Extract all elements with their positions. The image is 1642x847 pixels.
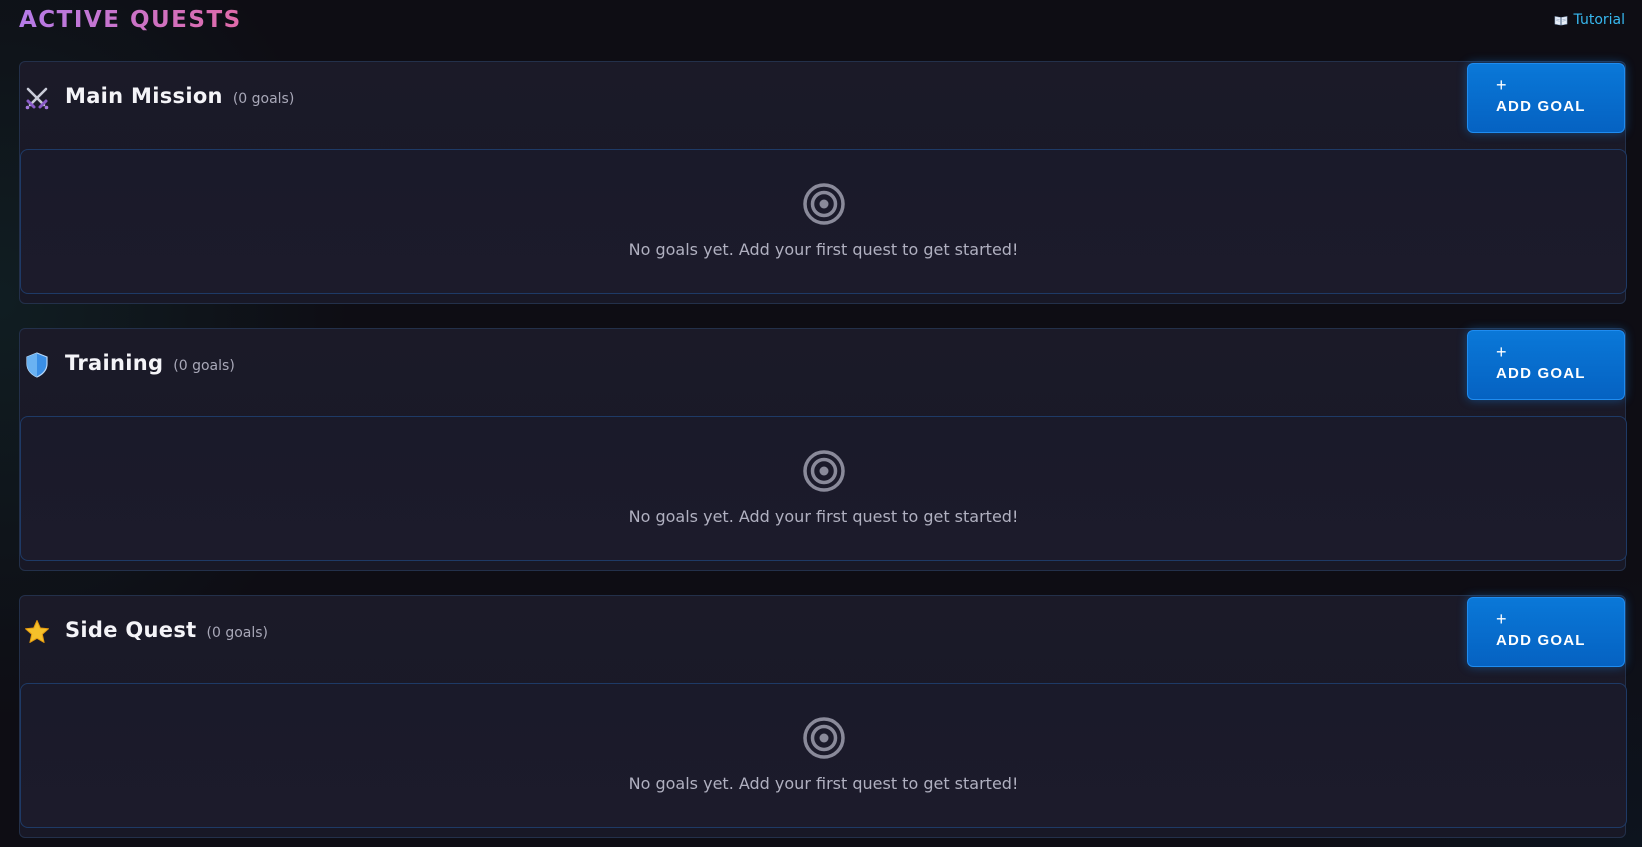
goal-count: (0 goals)	[173, 358, 235, 374]
section-header: Training (0 goals) + ADD GOAL	[20, 329, 1625, 415]
add-goal-label: ADD GOAL	[1496, 98, 1586, 115]
target-icon	[802, 182, 846, 226]
target-icon	[802, 716, 846, 760]
goal-count: (0 goals)	[232, 91, 295, 107]
quest-section-training: Training (0 goals) + ADD GOAL No goals ye…	[19, 328, 1627, 571]
plus-icon: +	[1496, 342, 1507, 362]
empty-state-message: No goals yet. Add your first quest to ge…	[628, 507, 1019, 526]
shield-icon	[23, 351, 51, 379]
crossed-swords-icon	[23, 84, 51, 112]
section-title-text: Side Quest	[65, 618, 197, 642]
section-title: Main Mission (0 goals)	[65, 84, 294, 108]
goal-count: (0 goals)	[206, 625, 269, 641]
add-goal-button[interactable]: + ADD GOAL	[1467, 597, 1625, 667]
section-header: Side Quest (0 goals) + ADD GOAL	[20, 596, 1625, 682]
empty-goals-panel: No goals yet. Add your first quest to ge…	[20, 416, 1627, 561]
book-icon	[1554, 15, 1568, 26]
tutorial-link[interactable]: Tutorial	[1554, 12, 1625, 28]
empty-state-message: No goals yet. Add your first quest to ge…	[628, 774, 1019, 793]
empty-state-message: No goals yet. Add your first quest to ge…	[628, 240, 1019, 259]
quest-section-side-quest: Side Quest (0 goals) + ADD GOAL No goals …	[19, 595, 1627, 838]
add-goal-label: ADD GOAL	[1496, 632, 1586, 649]
empty-goals-panel: No goals yet. Add your first quest to ge…	[20, 683, 1627, 828]
quest-section-main-mission: Main Mission (0 goals) + ADD GOAL No goal…	[19, 61, 1627, 304]
tutorial-label: Tutorial	[1573, 12, 1625, 28]
plus-icon: +	[1496, 609, 1507, 629]
section-title-text: Training	[65, 351, 164, 375]
section-title: Side Quest (0 goals)	[65, 618, 268, 642]
plus-icon: +	[1496, 75, 1507, 95]
target-icon	[802, 449, 846, 493]
add-goal-label: ADD GOAL	[1496, 365, 1586, 382]
section-title: Training (0 goals)	[65, 351, 235, 375]
star-icon	[23, 618, 51, 646]
empty-goals-panel: No goals yet. Add your first quest to ge…	[20, 149, 1627, 294]
add-goal-button[interactable]: + ADD GOAL	[1467, 63, 1625, 133]
section-header: Main Mission (0 goals) + ADD GOAL	[20, 62, 1625, 148]
add-goal-button[interactable]: + ADD GOAL	[1467, 330, 1625, 400]
section-title-text: Main Mission	[65, 84, 223, 108]
page-title: ACTIVE QUESTS	[19, 7, 242, 33]
